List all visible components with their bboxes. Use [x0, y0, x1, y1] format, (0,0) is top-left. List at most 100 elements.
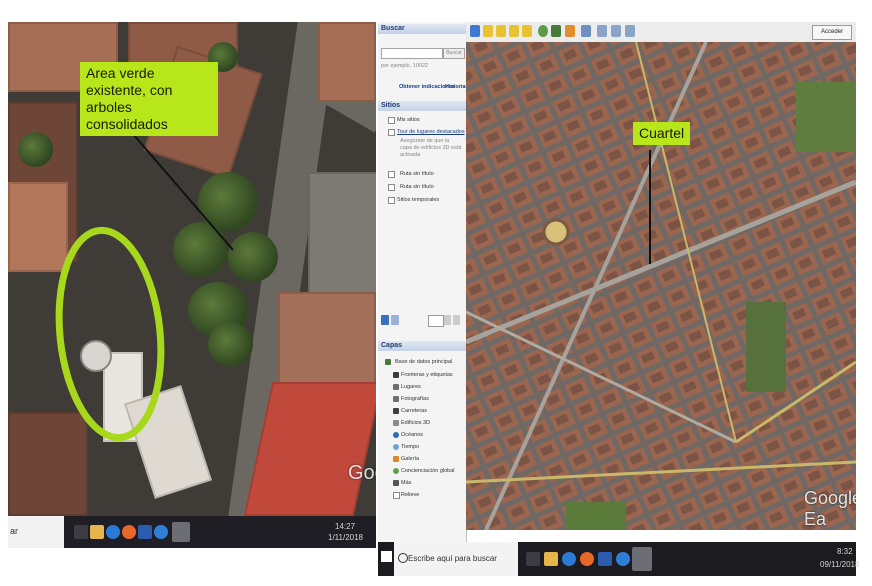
search-hint: por ejemplo, 10022	[381, 63, 429, 69]
route-checkbox[interactable]	[388, 171, 395, 178]
layer-icon	[393, 456, 399, 462]
firefox-icon[interactable]	[580, 552, 594, 566]
cortana-icon	[398, 553, 408, 563]
sidebar-toggle-icon[interactable]	[470, 25, 480, 37]
folder-icon[interactable]	[544, 552, 558, 566]
layer-item[interactable]: Océanos	[401, 432, 423, 438]
arrow-down-icon[interactable]	[453, 315, 460, 325]
temp-places-checkbox[interactable]	[388, 197, 395, 204]
layer-icon	[393, 480, 399, 486]
folder-icon[interactable]	[90, 525, 104, 539]
places-pane-header[interactable]: Sitios	[378, 101, 466, 111]
places-item[interactable]: Sitios temporales	[397, 197, 439, 203]
highlight-ellipse	[55, 226, 165, 442]
search-text-fragment: ar	[10, 526, 19, 536]
print-icon[interactable]	[597, 25, 607, 37]
google-watermark: Goog	[348, 462, 376, 484]
callout-line-2: arboles consolidados	[86, 99, 168, 132]
my-places-checkbox[interactable]	[388, 117, 395, 124]
ie-browser-icon[interactable]	[616, 552, 630, 566]
task-view-icon[interactable]	[74, 525, 88, 539]
ruler-icon[interactable]	[565, 25, 575, 37]
search-button[interactable]: Buscar	[443, 48, 465, 59]
google-earth-toolbar: Acceder	[466, 22, 856, 43]
layer-item[interactable]: Edificios 3D	[401, 420, 430, 426]
panel-toggle-icon[interactable]	[381, 315, 389, 325]
google-earth-sidebar: Buscar Buscar por ejemplo, 10022 Obtener…	[378, 22, 467, 542]
left-tray-date: 1/11/2018	[328, 533, 363, 542]
maps-icon[interactable]	[625, 25, 635, 37]
word-icon[interactable]	[598, 552, 612, 566]
layer-item[interactable]: Tiempo	[401, 444, 419, 450]
callout-line-1: Area verde existente, con	[86, 65, 173, 98]
planets-icon[interactable]	[551, 25, 561, 37]
layer-icon	[393, 444, 399, 450]
overlay-icon[interactable]	[522, 25, 532, 37]
layer-item[interactable]: Base de datos principal	[395, 359, 452, 365]
cuartel-callout: Cuartel	[633, 122, 691, 145]
history-link[interactable]: Historial	[445, 84, 467, 90]
search-input[interactable]	[381, 48, 443, 59]
panel-toggle-icon[interactable]	[391, 315, 399, 325]
email-icon[interactable]	[581, 25, 591, 37]
word-icon[interactable]	[138, 525, 152, 539]
green-area	[566, 502, 626, 530]
tour-note: Asegúrate de que la capa de edificios 3D…	[400, 138, 462, 158]
layer-item[interactable]: Fronteras y etiquetas	[401, 372, 453, 378]
right-tray-time: 8:32	[837, 547, 853, 556]
places-item[interactable]: Mis sitios	[397, 117, 420, 123]
layer-icon	[393, 384, 399, 390]
layer-item[interactable]: Relieve	[401, 492, 419, 498]
google-earth-taskbar-icon[interactable]	[632, 547, 652, 571]
layer-icon	[393, 396, 399, 402]
layer-item[interactable]: Más	[401, 480, 411, 486]
places-item[interactable]: Tour de lugares destacados	[397, 129, 465, 135]
layers-pane-header[interactable]: Capas	[378, 341, 466, 351]
placemark-icon[interactable]	[483, 25, 493, 37]
right-tray-date: 09/11/2018	[820, 560, 860, 569]
search-pane-header[interactable]: Buscar	[378, 24, 466, 34]
task-view-icon[interactable]	[526, 552, 540, 566]
polygon-icon[interactable]	[496, 25, 506, 37]
ie-browser-icon[interactable]	[154, 525, 168, 539]
spin-input[interactable]	[428, 315, 444, 327]
places-item[interactable]: Ruta sin título	[400, 184, 434, 190]
sun-icon[interactable]	[538, 25, 548, 37]
layer-icon	[393, 432, 399, 438]
windows-start-icon[interactable]	[381, 551, 392, 562]
callout-pointer-line	[132, 133, 234, 251]
left-satellite-map[interactable]: Area verde existente, con arboles consol…	[8, 22, 376, 516]
layer-icon	[393, 372, 399, 378]
taskbar-search-placeholder: Escribe aquí para buscar	[408, 554, 497, 563]
left-taskbar-search[interactable]: ar	[8, 516, 64, 548]
layer-item[interactable]: Galería	[401, 456, 419, 462]
edge-browser-icon[interactable]	[106, 525, 120, 539]
green-area-callout: Area verde existente, con arboles consol…	[80, 62, 218, 136]
globe-icon	[385, 359, 391, 365]
right-satellite-map[interactable]: Cuartel Google Ea	[466, 42, 856, 530]
city-blocks	[466, 42, 856, 530]
google-earth-watermark: Google Ea	[804, 488, 856, 529]
terrain-checkbox[interactable]	[393, 492, 400, 499]
tour-checkbox[interactable]	[388, 129, 395, 136]
left-tray-time: 14:27	[335, 522, 356, 531]
layer-icon	[393, 468, 399, 474]
google-earth-taskbar-icon[interactable]	[172, 522, 190, 542]
firefox-icon[interactable]	[122, 525, 136, 539]
bullring	[542, 218, 570, 246]
save-image-icon[interactable]	[611, 25, 621, 37]
route-checkbox[interactable]	[388, 184, 395, 191]
places-item[interactable]: Ruta sin título	[400, 171, 434, 177]
layer-item[interactable]: Fotografías	[401, 396, 429, 402]
sign-in-button[interactable]: Acceder	[812, 25, 852, 40]
arrow-up-icon[interactable]	[444, 315, 451, 325]
edge-browser-icon[interactable]	[562, 552, 576, 566]
path-icon[interactable]	[509, 25, 519, 37]
green-area	[796, 82, 856, 152]
layer-icon	[393, 420, 399, 426]
green-area	[746, 302, 786, 392]
layer-item[interactable]: Lugares	[401, 384, 421, 390]
layer-icon	[393, 408, 399, 414]
layer-item[interactable]: Concienciación global	[401, 468, 455, 474]
layer-item[interactable]: Carreteras	[401, 408, 427, 414]
